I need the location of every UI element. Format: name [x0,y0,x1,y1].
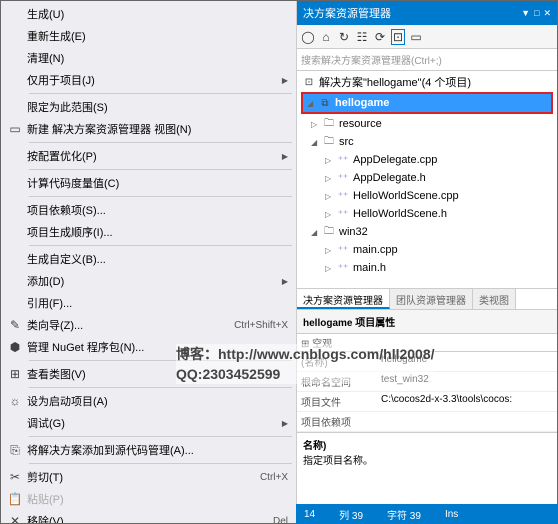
menu-clean[interactable]: 清理(N) [1,47,296,69]
collapse-icon[interactable]: ☷ [355,30,369,44]
folder-icon: 🗀 [321,116,337,133]
menu-paste: 📋粘贴(P) [1,488,296,510]
menu-scope[interactable]: 限定为此范围(S) [1,96,296,118]
sync-icon[interactable]: ⟳ [373,30,387,44]
delete-icon: ✕ [5,513,25,523]
folder-resource[interactable]: ▷🗀resource [297,115,557,133]
chevron-right-icon: ▶ [282,277,288,286]
cpp-icon: ⁺⁺ [335,245,351,256]
menu-code-metrics[interactable]: 计算代码度量值(C) [1,172,296,194]
chevron-right-icon: ▶ [282,419,288,428]
menu-new-view[interactable]: ▭新建 解决方案资源管理器 视图(N) [1,118,296,140]
blank-icon [5,6,25,22]
tab-class[interactable]: 类视图 [473,289,516,309]
chevron-right-icon: ▶ [282,152,288,161]
prop-footer-label: 名称) [303,437,551,452]
file-node[interactable]: ▷⁺⁺main.cpp [297,241,557,259]
menu-optimize[interactable]: 按配置优化(P)▶ [1,145,296,167]
properties-panel: hellogame 项目属性 ⊞ 空观 (名称)hellogame 根命名空间t… [297,310,557,523]
back-icon[interactable]: ◯ [301,30,315,44]
tab-team[interactable]: 团队资源管理器 [390,289,473,309]
context-menu: 生成(U) 重新生成(E) 清理(N) 仅用于项目(J)▶ 限定为此范围(S) … [1,1,297,523]
tab-solution[interactable]: 决方案资源管理器 [297,289,390,309]
watermark-overlay: 博客：http://www.cnblogs.com/hll2008/ QQ:23… [176,344,435,384]
menu-debug[interactable]: 调试(G)▶ [1,412,296,434]
solution-node[interactable]: ⊡解决方案"hellogame"(4 个项目) [297,73,557,91]
paste-icon: 📋 [5,491,25,507]
expand-icon[interactable]: ◢ [307,99,317,108]
menu-build[interactable]: 生成(U) [1,3,296,25]
menu-list: 生成(U) 重新生成(E) 清理(N) 仅用于项目(J)▶ 限定为此范围(S) … [1,1,296,523]
show-all-icon[interactable]: ▭ [409,30,423,44]
close-icon[interactable]: ✕ [543,8,551,18]
file-node[interactable]: ▷⁺⁺AppDelegate.cpp [297,151,557,169]
h-icon: ⁺⁺ [335,173,351,184]
menu-startup[interactable]: ☼设为启动项目(A) [1,390,296,412]
prop-footer-desc: 指定项目名称。 [303,452,551,467]
status-bar: 14 列 39 字符 39 Ins [296,504,558,524]
menu-rebuild[interactable]: 重新生成(E) [1,25,296,47]
menu-cut[interactable]: ✂剪切(T)Ctrl+X [1,466,296,488]
file-node[interactable]: ▷⁺⁺HelloWorldScene.h [297,205,557,223]
startup-icon: ☼ [5,393,25,409]
menu-remove[interactable]: ✕移除(V)Del [1,510,296,523]
project-icon: ⧉ [317,98,333,109]
status-ins: Ins [445,509,458,520]
package-icon: ⬢ [5,339,25,355]
solution-icon: ⊡ [301,77,317,88]
h-icon: ⁺⁺ [335,209,351,220]
menu-deps[interactable]: 项目依赖项(S)... [1,199,296,221]
status-line: 14 [304,509,315,520]
menu-build-custom[interactable]: 生成自定义(B)... [1,248,296,270]
panel-title: 决方案资源管理器 [303,5,517,21]
panel-toolbar: ◯ ⌂ ↻ ☷ ⟳ ⊡ ▭ [297,25,557,49]
menu-source-control[interactable]: ⎘将解决方案添加到源代码管理(A)... [1,439,296,461]
file-node[interactable]: ▷⁺⁺main.h [297,259,557,277]
refresh-icon[interactable]: ↻ [337,30,351,44]
cpp-icon: ⁺⁺ [335,191,351,202]
menu-references[interactable]: 引用(F)... [1,292,296,314]
menu-build-order[interactable]: 项目生成顺序(I)... [1,221,296,243]
file-node[interactable]: ▷⁺⁺HelloWorldScene.cpp [297,187,557,205]
props-title: hellogame 项目属性 [297,310,557,334]
status-col: 列 39 [339,507,363,522]
status-char: 字符 39 [387,507,421,522]
scc-icon: ⎘ [5,442,25,458]
prop-row[interactable]: 项目文件C:\cocos2d-x-3.3\tools\cocos: [297,392,557,412]
cpp-icon: ⁺⁺ [335,155,351,166]
window-icon: ▭ [5,121,25,137]
diagram-icon: ⊞ [5,366,25,382]
search-input[interactable]: 搜索解决方案资源管理器(Ctrl+;) [297,49,557,71]
file-node[interactable]: ▷⁺⁺AppDelegate.h [297,169,557,187]
prop-row[interactable]: 项目依赖项 [297,412,557,432]
folder-win32[interactable]: ◢🗀win32 [297,223,557,241]
folder-icon: 🗀 [321,134,337,151]
menu-project-only[interactable]: 仅用于项目(J)▶ [1,69,296,91]
folder-icon: 🗀 [321,224,337,241]
panel-tabs: 决方案资源管理器 团队资源管理器 类视图 [297,288,557,310]
pin-icon[interactable]: □ [534,8,539,18]
properties-icon[interactable]: ⊡ [391,29,405,45]
menu-class-wizard[interactable]: ✎类向导(Z)...Ctrl+Shift+X [1,314,296,336]
dropdown-icon[interactable]: ▼ [521,8,530,18]
wizard-icon: ✎ [5,317,25,333]
h-icon: ⁺⁺ [335,263,351,274]
solution-tree: ⊡解决方案"hellogame"(4 个项目) ◢⧉hellogame ▷🗀re… [297,71,557,288]
folder-src[interactable]: ◢🗀src [297,133,557,151]
menu-add[interactable]: 添加(D)▶ [1,270,296,292]
chevron-right-icon: ▶ [282,76,288,85]
cut-icon: ✂ [5,469,25,485]
home-icon[interactable]: ⌂ [319,30,333,44]
panel-titlebar: 决方案资源管理器 ▼ □ ✕ [297,1,557,25]
project-node[interactable]: ◢⧉hellogame [303,94,551,112]
